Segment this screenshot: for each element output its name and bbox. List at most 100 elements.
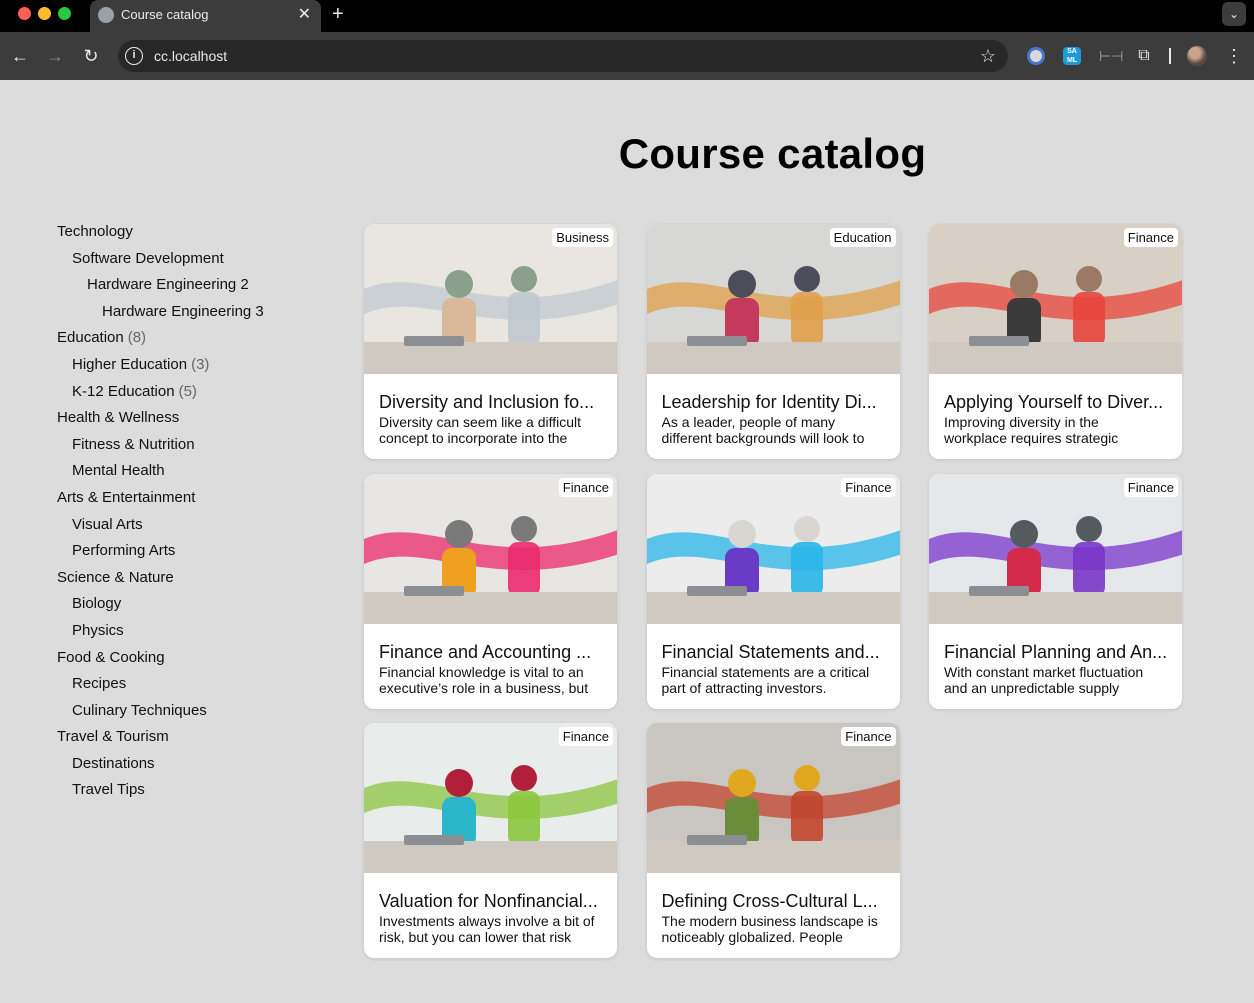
url-text[interactable]: cc.localhost <box>154 48 227 64</box>
sidebar-category-label: Culinary Techniques <box>72 701 207 719</box>
course-category-badge: Finance <box>558 477 613 497</box>
site-info-icon[interactable]: i <box>125 47 143 65</box>
sidebar-category[interactable]: Health & Wellness <box>57 407 317 434</box>
bookmark-star-icon[interactable]: ☆ <box>980 45 996 67</box>
sidebar-category[interactable]: Physics <box>57 620 317 647</box>
course-description: As a leader, people of many different ba… <box>661 414 865 446</box>
browser-menu-icon[interactable]: ⋮ <box>1225 44 1243 68</box>
minimize-window-button[interactable] <box>38 7 51 20</box>
sidebar-category-label: Software Development <box>72 249 224 267</box>
course-card[interactable]: Finance Applying Yourself to Diver... Impr… <box>929 224 1182 459</box>
sidebar-category[interactable]: Fitness & Nutrition <box>57 434 317 461</box>
course-description: Financial knowledge is vital to an execu… <box>379 663 589 696</box>
course-category-badge: Finance <box>558 727 613 746</box>
course-category-badge: Education <box>829 228 896 247</box>
forward-arrow-icon[interactable]: → <box>43 44 67 68</box>
category-sidebar: Technology Software Development Hardware E… <box>57 221 317 806</box>
course-category-badge: Finance <box>1123 228 1178 247</box>
course-card[interactable]: Education Leadership for Identity Di... As… <box>646 224 900 459</box>
profile-avatar[interactable] <box>1187 46 1207 66</box>
course-card[interactable]: Business Diversity and Inclusion fo... Div… <box>364 224 617 459</box>
sidebar-category[interactable]: Biology <box>57 593 317 620</box>
close-tab-icon[interactable]: ✕ <box>298 5 311 25</box>
sidebar-category[interactable]: Destinations <box>57 753 317 780</box>
course-card[interactable]: Finance Financial Statements and... Financ… <box>646 473 900 709</box>
sidebar-category-count: (8) <box>127 329 147 347</box>
sidebar-category[interactable]: Recipes <box>57 673 317 700</box>
sidebar-category-label: Hardware Engineering 3 <box>102 302 264 320</box>
sidebar-category-label: Performing Arts <box>72 542 176 560</box>
sidebar-category[interactable]: Visual Arts <box>57 514 317 541</box>
sidebar-category-label: Destinations <box>72 754 155 772</box>
address-bar[interactable]: i cc.localhost ☆ <box>118 40 1008 72</box>
sidebar-category-label: Visual Arts <box>72 515 143 533</box>
course-category-badge: Business <box>552 228 613 247</box>
sidebar-category[interactable]: K-12 Education (5) <box>57 381 317 408</box>
tab-search-chevron-icon[interactable]: ⌄ <box>1222 2 1246 26</box>
sidebar-category[interactable]: Education (8) <box>57 327 317 354</box>
sidebar-category[interactable]: Technology <box>57 221 317 248</box>
sidebar-category-label: Education <box>57 329 124 347</box>
sidebar-category-label: Biology <box>72 595 122 613</box>
maximize-window-button[interactable] <box>58 7 71 20</box>
sidebar-category[interactable]: Food & Cooking <box>57 647 317 674</box>
sidebar-category-label: Science & Nature <box>57 568 174 586</box>
sidebar-category-label: Mental Health <box>72 462 165 480</box>
course-card[interactable]: Finance Financial Planning and An... With … <box>929 473 1182 709</box>
course-title[interactable]: Valuation for Nonfinancial... <box>379 891 604 912</box>
sidebar-category-label: K-12 Education <box>72 382 175 400</box>
course-title[interactable]: Applying Yourself to Diver... <box>944 392 1169 413</box>
course-title[interactable]: Defining Cross-Cultural L... <box>662 891 887 912</box>
course-title[interactable]: Financial Statements and... <box>662 642 887 663</box>
course-title[interactable]: Diversity and Inclusion fo... <box>379 392 604 413</box>
sidebar-category[interactable]: Software Development <box>57 248 317 275</box>
course-description: With constant market fluctuation and an … <box>944 663 1144 696</box>
toolbar-divider <box>1169 48 1171 64</box>
sidebar-category[interactable]: Hardware Engineering 3 <box>57 301 317 328</box>
sidebar-category[interactable]: Mental Health <box>57 460 317 487</box>
back-arrow-icon[interactable]: ← <box>8 44 32 68</box>
sidebar-category[interactable]: Hardware Engineering 2 <box>57 274 317 301</box>
reload-icon[interactable]: ↻ <box>79 44 103 68</box>
sidebar-category-label: Food & Cooking <box>57 648 165 666</box>
sidebar-category-label: Health & Wellness <box>57 409 180 427</box>
sidebar-category-count: (3) <box>191 355 210 373</box>
course-description: Diversity can seem like a difficult conc… <box>379 414 582 446</box>
browser-tab[interactable]: Course catalog ✕ <box>90 0 321 32</box>
sidebar-category-label: Higher Education <box>72 355 188 373</box>
extension-2-icon[interactable]: SA ML <box>1063 47 1081 65</box>
sidebar-category-label: Arts & Entertainment <box>57 488 196 506</box>
sidebar-category[interactable]: Arts & Entertainment <box>57 487 317 514</box>
extensions-puzzle-icon[interactable]: ⧉ <box>1135 47 1153 65</box>
course-category-badge: Finance <box>841 477 896 497</box>
sidebar-category[interactable]: Higher Education (3) <box>57 354 317 381</box>
browser-toolbar: ← → ↻ i cc.localhost ☆ SA ML ⊢⊣ ⧉ ⋮ <box>0 32 1254 80</box>
course-description: Financial statements are a critical part… <box>661 663 870 696</box>
sidebar-category[interactable]: Travel & Tourism <box>57 726 317 753</box>
extension-3-icon[interactable]: ⊢⊣ <box>1099 47 1123 65</box>
course-card[interactable]: Finance Valuation for Nonfinancial... Inve… <box>364 723 617 958</box>
sidebar-category-label: Hardware Engineering 2 <box>87 276 249 294</box>
sidebar-category-label: Travel & Tourism <box>57 728 169 746</box>
course-description: Improving diversity in the workplace req… <box>944 414 1119 446</box>
sidebar-category-label: Travel Tips <box>72 781 145 799</box>
course-title[interactable]: Leadership for Identity Di... <box>662 392 887 413</box>
sidebar-category-label: Recipes <box>72 675 127 693</box>
new-tab-button[interactable]: + <box>332 3 344 25</box>
page-title: Course catalog <box>618 130 927 177</box>
course-card[interactable]: Finance Finance and Accounting ... Financi… <box>364 473 617 709</box>
course-title[interactable]: Finance and Accounting ... <box>379 642 604 663</box>
sidebar-category[interactable]: Travel Tips <box>57 779 317 806</box>
sidebar-category[interactable]: Culinary Techniques <box>57 700 317 727</box>
sidebar-category[interactable]: Performing Arts <box>57 540 317 567</box>
close-window-button[interactable] <box>18 7 31 20</box>
sidebar-category[interactable]: Science & Nature <box>57 567 317 594</box>
sidebar-category-label: Fitness & Nutrition <box>72 435 195 453</box>
extension-1-icon[interactable] <box>1027 47 1045 65</box>
sidebar-category-label: Physics <box>72 621 124 639</box>
course-category-badge: Finance <box>1123 477 1178 497</box>
course-card[interactable]: Finance Defining Cross-Cultural L... The m… <box>646 723 900 958</box>
course-title[interactable]: Financial Planning and An... <box>944 642 1169 663</box>
sidebar-category-label: Technology <box>57 223 133 240</box>
course-description: Investments always involve a bit of risk… <box>379 913 595 945</box>
